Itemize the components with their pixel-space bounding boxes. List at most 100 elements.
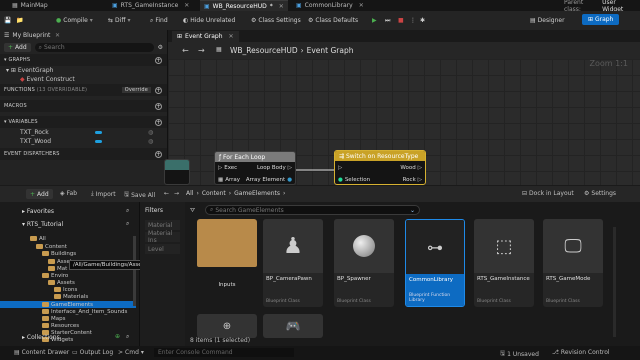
array-pin[interactable]: ▦ Array (218, 177, 240, 183)
tab-mainmap[interactable]: ▦ MainMap (8, 0, 52, 11)
console-command-input[interactable]: Enter Console Command (154, 348, 294, 357)
switch-exec-pin[interactable]: ▷ (338, 165, 342, 171)
tree-folder-enviro[interactable]: Enviro (0, 272, 136, 279)
tree-folder-buildings[interactable]: Buildings (0, 250, 136, 257)
selection-pin[interactable]: ● Selection (338, 177, 370, 183)
add-macro-icon[interactable]: + (155, 102, 162, 110)
asset-tile-row2-a[interactable]: ⊕ (197, 314, 257, 338)
override-dropdown[interactable]: Override (121, 87, 151, 93)
tab-rts-gameinstance[interactable]: ▣ RTS_GameInstance ✕ (108, 0, 193, 11)
close-icon[interactable]: ✕ (229, 33, 234, 40)
save-all-button[interactable]: 🖫 Save All (124, 190, 155, 200)
asset-bp-camerapawn[interactable]: ♟ BP_CameraPawn Blueprint Class (263, 219, 323, 307)
add-graph-icon[interactable]: + (155, 56, 162, 64)
output-log-button[interactable]: ▭ Output Log (72, 349, 113, 356)
array-element-pin[interactable]: Array Element ● (246, 177, 292, 183)
tree-folder-content[interactable]: Content (0, 243, 136, 250)
filter-material-instance[interactable]: Material Ins (145, 230, 180, 244)
exec-pin[interactable]: ▷ Exec (218, 165, 237, 171)
cmd-dropdown[interactable]: > Cmd ▾ (118, 349, 144, 356)
unsaved-button[interactable]: 🖫 1 Unsaved (500, 349, 539, 359)
rock-pin[interactable]: Rock ▷ (403, 177, 422, 183)
diff-button[interactable]: ⇆ Diff ▾ (108, 15, 130, 26)
close-icon[interactable]: ✕ (359, 2, 364, 9)
cb-settings-button[interactable]: ⚙ Settings (584, 190, 616, 197)
close-icon[interactable]: ✕ (184, 2, 189, 9)
tab-commonlibrary[interactable]: ▣ CommonLibrary ✕ (292, 0, 368, 11)
partial-node[interactable] (164, 159, 190, 185)
back-arrow-icon[interactable]: ← (182, 46, 189, 55)
breadcrumb-leaf[interactable]: Event Graph (307, 46, 354, 55)
content-drawer-button[interactable]: ▤ Content Drawer (14, 349, 69, 356)
event-graph-canvas[interactable]: Zoom 1:1 ƒ For Each Loop ▷ Exec Loop Body… (164, 59, 640, 185)
section-event-dispatchers[interactable]: EVENT DISPATCHERS + (0, 148, 167, 160)
graph-item-eventgraph[interactable]: ▾ ⊞ EventGraph (0, 66, 167, 75)
tree-folder-gameelements[interactable]: GameElements (0, 301, 136, 308)
breadcrumb-item[interactable]: Content (202, 190, 226, 197)
class-defaults-button[interactable]: ⚙ Class Defaults (308, 15, 358, 26)
browse-icon[interactable]: 📁 (16, 15, 23, 26)
hide-unrelated-button[interactable]: ◐ Hide Unrelated (183, 15, 235, 26)
filter-icon[interactable]: ⛛ (190, 207, 195, 215)
asset-bp-spawner[interactable]: BP_Spawner Blueprint Class (334, 219, 394, 307)
close-icon[interactable]: ✕ (55, 32, 60, 39)
loop-body-pin[interactable]: Loop Body ▷ (257, 165, 292, 171)
section-macros[interactable]: MACROS + (0, 100, 167, 112)
asset-rts-gamemode[interactable]: 🖵 RTS_GameMode Blueprint Class (543, 219, 603, 307)
search-icon[interactable]: ⌕ (126, 333, 129, 341)
tab-wb-resourcehud[interactable]: ▣ WB_ResourceHUD * ✕ (200, 0, 288, 11)
wood-pin[interactable]: Wood ▷ (400, 165, 422, 171)
tree-folder-interface-and-item-sounds[interactable]: Interface_And_Item_Sounds (0, 308, 136, 315)
add-dispatcher-icon[interactable]: + (155, 150, 162, 158)
search-input[interactable]: ⌕ Search (34, 43, 154, 52)
breadcrumb-item[interactable]: GameElements (234, 190, 280, 197)
class-settings-button[interactable]: ⚙ Class Settings (251, 15, 301, 26)
play-button[interactable]: ▶ (372, 15, 377, 26)
asset-rts-gameinstance[interactable]: ⬚ RTS_GameInstance Blueprint Class (474, 219, 534, 307)
debug-target-button[interactable]: ✱ (420, 15, 425, 26)
revision-control-button[interactable]: ⎇ Revision Control (552, 349, 610, 356)
asset-commonlibrary[interactable]: ⊶ CommonLibrary Blueprint Function Libra… (405, 219, 465, 307)
add-variable-icon[interactable]: + (155, 118, 162, 126)
tree-folder-resources[interactable]: Resources (0, 322, 136, 329)
graph-item-event-construct[interactable]: ◆ Event Construct (0, 75, 167, 84)
add-function-icon[interactable]: + (155, 86, 162, 94)
fab-button[interactable]: ◈ Fab (60, 190, 77, 197)
tree-folder-assets[interactable]: Assets (0, 279, 136, 286)
dock-in-layout-button[interactable]: ⊟ Dock in Layout (522, 190, 574, 197)
asset-tile-row2-b[interactable]: 🎮 (263, 314, 323, 338)
add-collection-icon[interactable]: ⊕ (115, 333, 120, 340)
favorites-header[interactable]: ▸ Favorites (22, 208, 54, 215)
collections-header[interactable]: ▸ Collections (22, 334, 60, 341)
forward-arrow-icon[interactable]: → (174, 190, 179, 197)
save-icon[interactable]: 💾 (4, 15, 11, 26)
variable-txt-wood[interactable]: TXT_Wood ◍ (0, 137, 167, 146)
close-icon[interactable]: ✕ (279, 3, 284, 10)
variable-txt-rock[interactable]: TXT_Rock ◍ (0, 128, 167, 137)
search-icon[interactable]: ⌕ (126, 220, 129, 228)
forward-arrow-icon[interactable]: → (198, 46, 205, 55)
stop-button[interactable]: ■ (398, 15, 404, 26)
section-functions[interactable]: FUNCTIONS (13 OVERRIDABLE) Override + (0, 84, 167, 96)
add-button[interactable]: + Add (4, 43, 31, 52)
cb-add-button[interactable]: + Add (26, 189, 53, 199)
tree-folder-icons[interactable]: Icons (0, 286, 136, 293)
tree-folder-maps[interactable]: Maps (0, 315, 136, 322)
for-each-loop-node[interactable]: ƒ For Each Loop ▷ Exec Loop Body ▷ ▦ Array … (214, 151, 296, 185)
gear-icon[interactable]: ⚙ (158, 44, 163, 51)
compile-button[interactable]: ● Compile ▾ (56, 15, 93, 26)
filter-material[interactable]: Material (145, 220, 180, 230)
asset-folder-inputs[interactable]: Inputs (197, 219, 257, 307)
graph-button[interactable]: ⊞ Graph (582, 14, 620, 25)
play-options-button[interactable]: ⋮ (410, 15, 416, 26)
breadcrumb-item[interactable]: All (186, 190, 193, 197)
project-header[interactable]: ▾ RTS_Tutorial (22, 221, 63, 228)
tree-folder-materials[interactable]: Materials (0, 293, 136, 300)
tree-folder-all[interactable]: All (0, 235, 136, 242)
designer-button[interactable]: ▤ Designer (530, 15, 565, 26)
find-button[interactable]: ⌕ Find (150, 15, 168, 26)
visibility-icon[interactable]: ◍ (148, 138, 153, 145)
visibility-icon[interactable]: ◍ (148, 129, 153, 136)
section-graphs[interactable]: ▾ GRAPHS + (0, 54, 167, 66)
section-variables[interactable]: ▾ VARIABLES + (0, 116, 167, 128)
